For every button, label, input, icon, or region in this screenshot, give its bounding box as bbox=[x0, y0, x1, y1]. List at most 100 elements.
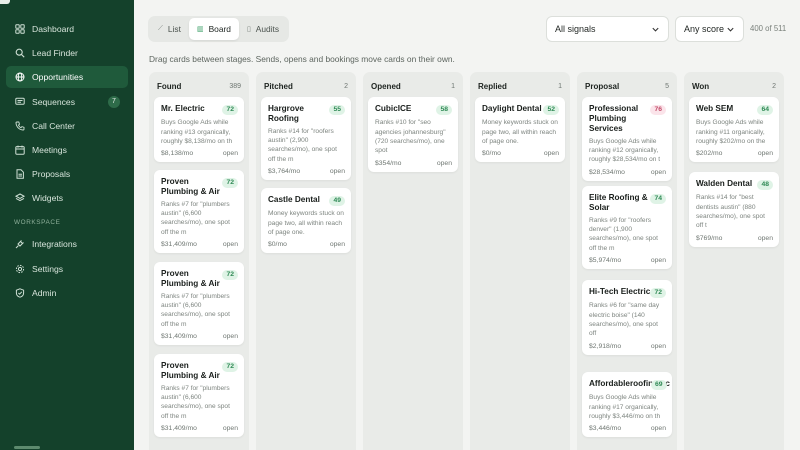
message-icon bbox=[14, 96, 25, 107]
sidebar-item-opportunities[interactable]: Opportunities bbox=[6, 66, 128, 89]
card-name: Affordableroofinginc bbox=[589, 379, 670, 388]
sidebar-item-integrations[interactable]: Integrations bbox=[6, 233, 128, 255]
column-count: 2 bbox=[344, 82, 348, 90]
file-icon bbox=[14, 169, 25, 180]
sidebar-item-label: Admin bbox=[32, 287, 57, 298]
card-description: Ranks #10 for "seo agencies johannesburg… bbox=[375, 119, 446, 155]
card-status: open bbox=[436, 159, 452, 167]
signals-filter-value: All signals bbox=[555, 24, 596, 34]
gear-icon bbox=[14, 263, 25, 274]
sidebar-footer bbox=[14, 444, 54, 450]
layers-icon bbox=[14, 193, 25, 204]
opportunity-card[interactable]: Hi-Tech Electric 72 Ranks #6 for "same da… bbox=[582, 280, 672, 355]
globe-icon bbox=[14, 72, 25, 83]
card-status: open bbox=[650, 342, 666, 350]
score-badge: 48 bbox=[757, 180, 773, 191]
card-name: Hargrove Roofing bbox=[268, 104, 304, 123]
card-name: Web SEM bbox=[696, 104, 734, 113]
sidebar-item-label: Proposals bbox=[32, 169, 71, 180]
score-badge: 72 bbox=[222, 362, 238, 373]
sidebar-item-label: Lead Finder bbox=[32, 48, 78, 59]
score-badge: 64 bbox=[757, 105, 773, 116]
opportunity-card[interactable]: Walden Dental 48 Ranks #14 for "best dent… bbox=[689, 172, 779, 247]
column-count: 2 bbox=[772, 82, 776, 90]
opportunity-card[interactable]: Hargrove Roofing 55 Ranks #14 for "roofer… bbox=[261, 97, 351, 181]
column-found: Found 389 Mr. Electric 72 Buys Google Ads … bbox=[149, 72, 249, 450]
score-badge: 72 bbox=[650, 288, 666, 299]
sidebar-item-proposals[interactable]: Proposals bbox=[6, 163, 128, 185]
sidebar-item-settings[interactable]: Settings bbox=[6, 258, 128, 280]
column-count: 1 bbox=[451, 82, 455, 90]
card-status: open bbox=[329, 241, 345, 249]
column-opened: Opened 1 CubicICE 58 Ranks #10 for "seo ag… bbox=[363, 72, 463, 450]
tab-label: Board bbox=[208, 24, 231, 34]
card-description: Buys Google Ads while ranking #12 organi… bbox=[589, 137, 661, 164]
card-description: Ranks #7 for "plumbers austin" (6,600 se… bbox=[161, 200, 230, 236]
card-name: Elite Roofing & Solar bbox=[589, 193, 648, 212]
opportunity-card[interactable]: Mr. Electric 72 Buys Google Ads while ran… bbox=[154, 97, 244, 163]
card-value: $28,534/mo bbox=[589, 168, 625, 176]
card-value: $354/mo bbox=[375, 159, 402, 167]
opportunity-card[interactable]: Professional Plumbing Services 76 Buys Go… bbox=[582, 97, 672, 181]
column-title: Replied bbox=[478, 81, 507, 91]
sidebar-item-label: Integrations bbox=[32, 239, 77, 250]
column-proposal: Proposal 5 Professional Plumbing Services… bbox=[577, 72, 677, 450]
tab-audits[interactable]: ▯ Audits bbox=[239, 18, 287, 40]
card-status: open bbox=[543, 150, 559, 158]
tab-label: Audits bbox=[255, 24, 280, 34]
opportunity-card[interactable]: Web SEM 64 Buys Google Ads while ranking … bbox=[689, 97, 779, 163]
sidebar-item-call-center[interactable]: Call Center bbox=[6, 115, 128, 137]
card-value: $31,409/mo bbox=[161, 425, 197, 433]
card-name: Proven Plumbing & Air bbox=[161, 177, 220, 196]
card-value: $2,918/mo bbox=[589, 342, 622, 350]
card-name: Proven Plumbing & Air bbox=[161, 269, 220, 288]
opportunity-card[interactable]: Daylight Dental 52 Money keywords stuck o… bbox=[475, 97, 565, 163]
calendar-icon bbox=[14, 144, 25, 155]
card-description: Buys Google Ads while ranking #17 organi… bbox=[589, 394, 661, 420]
sidebar-item-widgets[interactable]: Widgets bbox=[6, 187, 128, 209]
card-description: Buys Google Ads while ranking #11 organi… bbox=[696, 119, 766, 145]
score-badge: 74 bbox=[650, 194, 666, 205]
tab-list[interactable]: ⟋ List bbox=[150, 18, 189, 40]
card-status: open bbox=[222, 333, 238, 341]
sidebar-item-admin[interactable]: Admin bbox=[6, 282, 128, 304]
sidebar: Dashboard Lead Finder Opportunities Sequ… bbox=[0, 0, 134, 450]
card-status: open bbox=[222, 241, 238, 249]
sidebar-nav: Dashboard Lead Finder Opportunities Sequ… bbox=[6, 18, 128, 306]
tab-board[interactable]: ▥ Board bbox=[188, 18, 239, 40]
card-name: Daylight Dental bbox=[482, 104, 542, 113]
sidebar-item-lead-finder[interactable]: Lead Finder bbox=[6, 42, 128, 64]
card-description: Buys Google Ads while ranking #13 organi… bbox=[161, 119, 233, 145]
opportunity-card[interactable]: CubicICE 58 Ranks #10 for "seo agencies j… bbox=[368, 97, 458, 172]
opportunity-card[interactable]: Proven Plumbing & Air 72 Ranks #7 for "pl… bbox=[154, 170, 244, 254]
plug-icon bbox=[14, 239, 25, 250]
sidebar-item-sequences[interactable]: Sequences 7 bbox=[6, 91, 128, 113]
search-icon bbox=[14, 48, 25, 59]
opportunity-card[interactable]: Elite Roofing & Solar 74 Ranks #9 for "ro… bbox=[582, 186, 672, 270]
sidebar-item-label: Meetings bbox=[32, 144, 67, 155]
column-count: 1 bbox=[558, 82, 562, 90]
signals-filter-select[interactable]: All signals bbox=[546, 16, 669, 42]
opportunity-card[interactable]: Affordableroofinginc 69 Buys Google Ads w… bbox=[582, 372, 672, 438]
opportunity-card[interactable]: Proven Plumbing & Air 72 Ranks #7 for "pl… bbox=[154, 262, 244, 346]
card-status: open bbox=[650, 168, 666, 176]
sidebar-item-label: Settings bbox=[32, 263, 64, 274]
score-filter-value: Any score bbox=[684, 24, 725, 34]
sidebar-item-label: Dashboard bbox=[32, 24, 75, 34]
board-icon: ▥ bbox=[196, 26, 204, 33]
opportunity-card[interactable]: Proven Plumbing & Air 72 Ranks #7 for "pl… bbox=[154, 354, 244, 438]
card-status: open bbox=[650, 425, 666, 433]
card-value: $0/mo bbox=[268, 241, 287, 249]
sidebar-item-meetings[interactable]: Meetings bbox=[6, 139, 128, 161]
card-status: open bbox=[650, 257, 666, 265]
score-filter-select[interactable]: Any score bbox=[675, 16, 744, 42]
card-name: CubicICE bbox=[375, 104, 412, 113]
score-badge: 69 bbox=[651, 380, 667, 391]
column-won: Won 2 Web SEM 64 Buys Google Ads while ran… bbox=[684, 72, 784, 450]
grid-icon bbox=[14, 24, 25, 35]
sidebar-item-dashboard[interactable]: Dashboard bbox=[6, 18, 128, 40]
chevron-down-icon bbox=[652, 27, 659, 32]
opportunity-card[interactable]: Castle Dental 49 Money keywords stuck on … bbox=[261, 188, 351, 254]
sequences-count-badge: 7 bbox=[108, 95, 120, 108]
view-switcher: ⟋ List ▥ Board ▯ Audits bbox=[148, 16, 290, 42]
